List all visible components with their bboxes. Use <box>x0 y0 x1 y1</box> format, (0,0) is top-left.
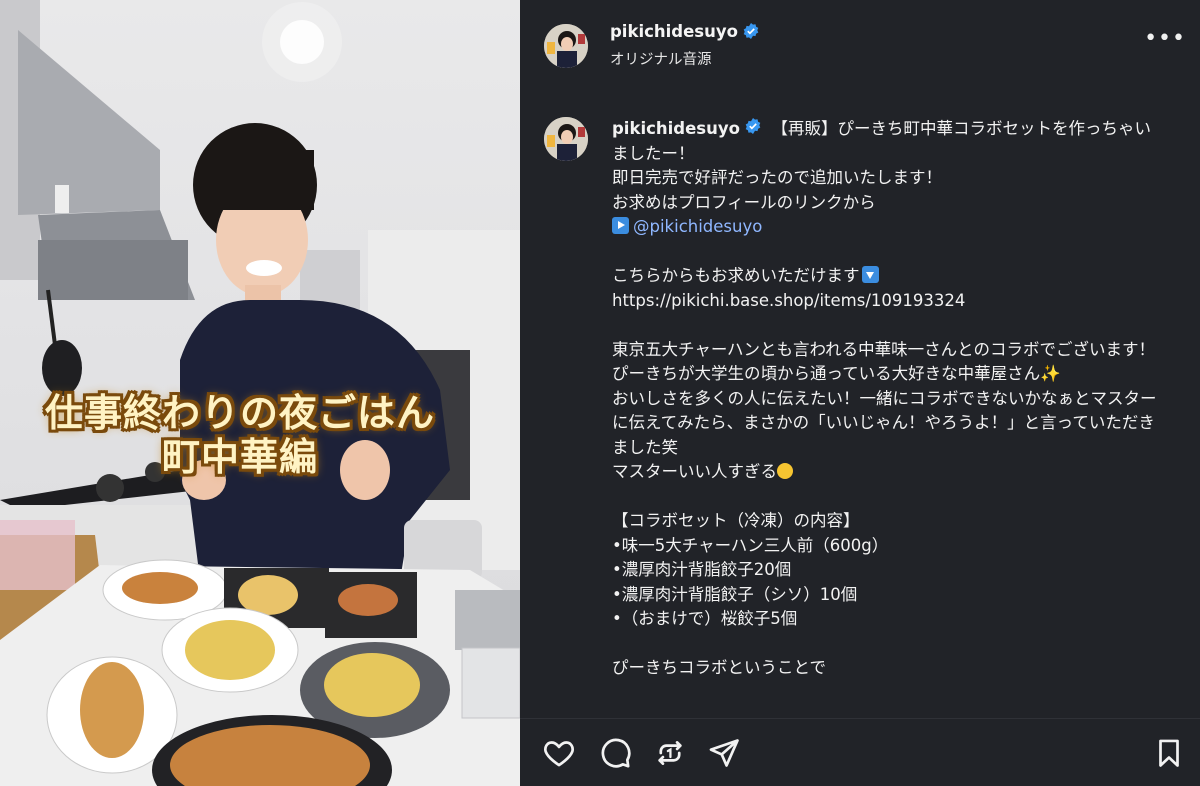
play-button-emoji-icon <box>612 217 629 235</box>
avatar-image <box>544 117 588 161</box>
audio-label[interactable]: オリジナル音源 <box>610 48 759 69</box>
post-caption: pikichidesuyo 【再販】ぴーきち町中華コラボセットを作っちゃいました… <box>612 117 1160 714</box>
shop-link[interactable]: https://pikichi.base.shop/items/10919332… <box>612 291 965 310</box>
mention-link[interactable]: @pikichidesuyo <box>633 217 762 236</box>
author-avatar[interactable] <box>544 24 588 68</box>
verified-badge-icon <box>745 117 761 142</box>
repost-icon[interactable] <box>653 736 687 770</box>
bookmark-icon[interactable] <box>1152 736 1186 770</box>
caption-line: •（おまけで）桜餃子5個 <box>612 609 798 629</box>
down-arrow-emoji-icon <box>861 266 879 284</box>
caption-line: 即日完売で好評だったので追加いたします！ <box>612 168 942 188</box>
caption-line: •濃厚肉汁背脂餃子（シソ）10個 <box>612 584 858 604</box>
caption-username[interactable]: pikichidesuyo <box>612 119 740 138</box>
video-player[interactable]: 仕事終わりの夜ごはん 町中華編 <box>0 0 520 786</box>
caption-line: マスターいい人すぎる <box>612 462 777 482</box>
action-bar <box>520 728 1200 776</box>
caption-line: 【コラボセット（冷凍）の内容】 <box>612 511 860 531</box>
comment-icon[interactable] <box>598 736 632 770</box>
post-header: pikichidesuyo オリジナル音源 <box>610 22 759 69</box>
avatar-image <box>544 24 588 68</box>
send-icon[interactable] <box>707 736 741 770</box>
caption-line: お求めはプロフィールのリンクから <box>612 192 876 212</box>
verified-badge-icon <box>743 22 759 43</box>
caption-line: おいしさを多くの人に伝えたい！一緒にコラボできないかなぁとマスターに伝えてみたら… <box>612 388 1157 457</box>
caption-line: •味一5大チャーハン三人前（600g） <box>612 535 889 555</box>
caption-line: 東京五大チャーハンとも言われる中華味一さんとのコラボでございます！ <box>612 339 1156 359</box>
video-overlay-subtitle: 町中華編 <box>161 435 318 479</box>
caption-fade <box>520 690 1200 718</box>
caption-line: ぴーきちコラボということで <box>612 658 827 678</box>
heart-icon[interactable] <box>542 736 576 770</box>
caption-line: ぴーきちが大学生の頃から通っている大好きな中華屋さん <box>612 364 1041 384</box>
laughing-emoji-icon <box>777 463 793 480</box>
actions-divider <box>520 718 1200 719</box>
caption-avatar[interactable] <box>544 117 588 161</box>
more-options-icon[interactable]: ••• <box>1144 28 1186 50</box>
caption-line: こちらからもお求めいただけます <box>612 266 860 286</box>
header-username[interactable]: pikichidesuyo <box>610 22 738 41</box>
caption-line: •濃厚肉汁背脂餃子20個 <box>612 560 792 580</box>
sparkles-emoji-icon: ✨ <box>1040 364 1061 384</box>
